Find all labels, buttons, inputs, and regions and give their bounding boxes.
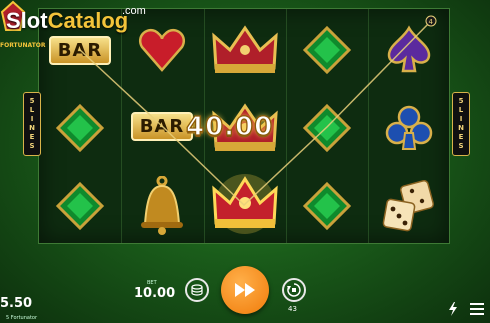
coin-stack-icon: [191, 284, 203, 296]
game-logo-text: FORTUNATOR: [0, 42, 46, 49]
autoplay-button[interactable]: [282, 278, 306, 302]
autoplay-count: 43: [288, 305, 297, 313]
win-amount: 40.00: [185, 111, 274, 142]
fast-forward-icon: [235, 283, 255, 297]
stake-button[interactable]: [185, 278, 209, 302]
watermark-logo: SlotCatalog: [6, 8, 129, 33]
lightning-icon[interactable]: [448, 302, 458, 316]
game-name: 5 Fortunator: [6, 315, 38, 321]
lines-indicator-left: 5LINES: [23, 92, 41, 156]
menu-icon[interactable]: [470, 302, 484, 316]
lines-indicator-right: 5LINES: [452, 92, 470, 156]
balance-value: 5.50: [0, 296, 33, 311]
spin-button[interactable]: [221, 266, 269, 314]
autoplay-icon: [287, 283, 301, 297]
payline-marker-label: 4: [429, 18, 434, 26]
bet-value[interactable]: 10.00: [134, 286, 175, 301]
watermark-suffix: .com: [122, 5, 146, 17]
